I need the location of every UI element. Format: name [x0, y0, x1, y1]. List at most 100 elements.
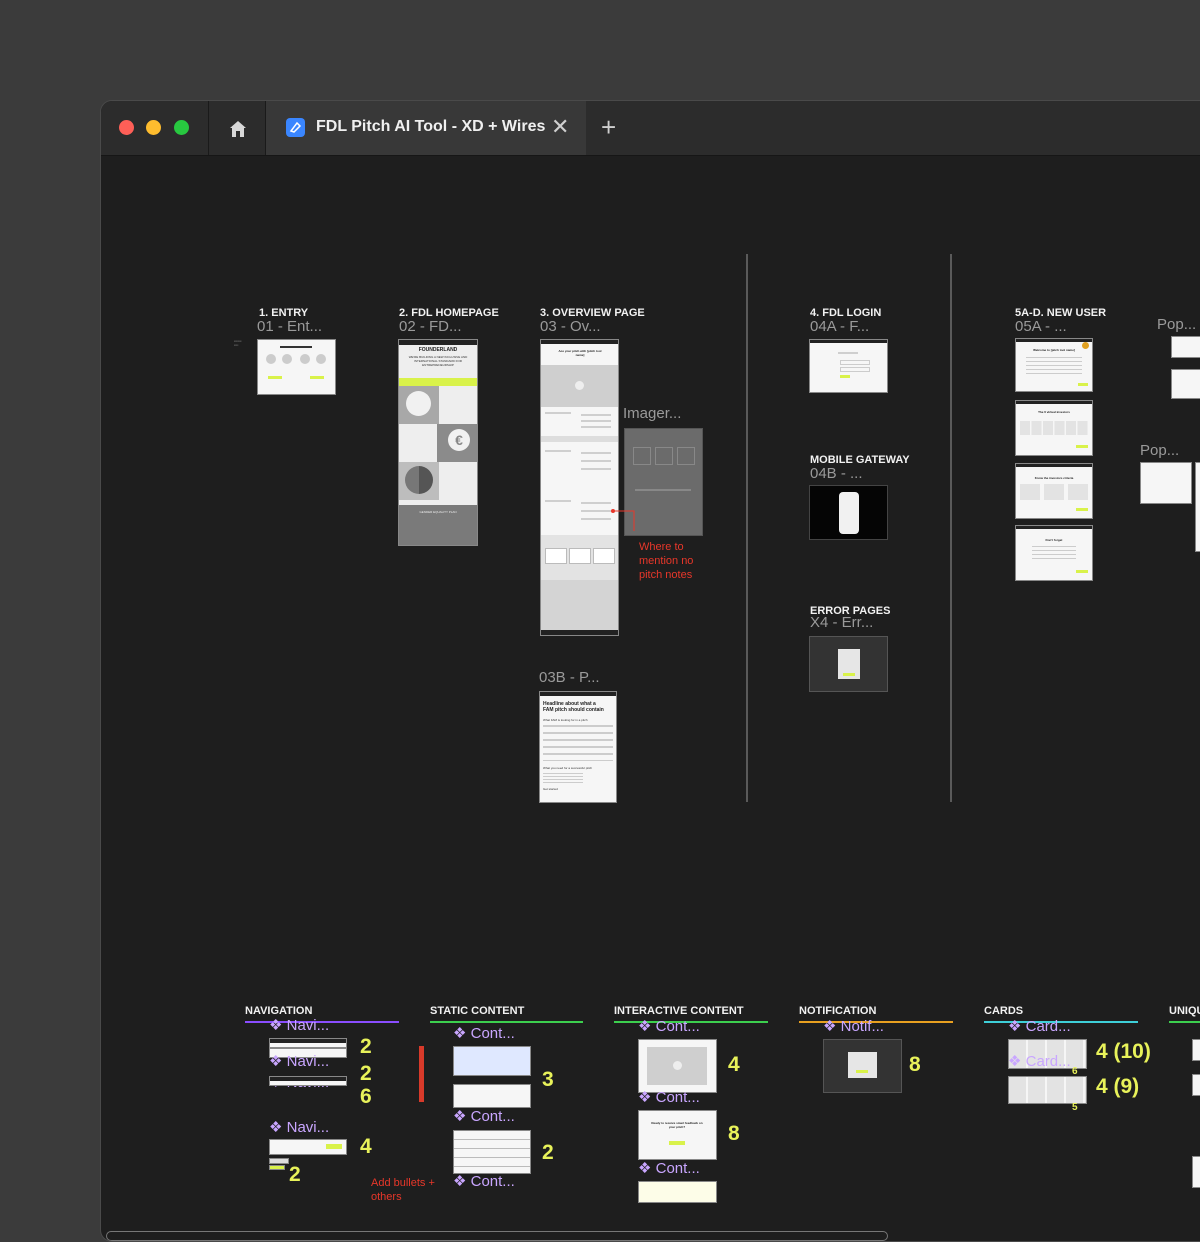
- usage-count-small: 6: [1072, 1066, 1078, 1077]
- artboard-label[interactable]: Pop...: [1140, 442, 1179, 459]
- popup-artboard[interactable]: [1140, 462, 1192, 504]
- usage-count-small: 5: [1072, 1102, 1078, 1113]
- overview-headline: Ace your pitch with [pitch tool name]: [558, 349, 602, 357]
- component-label[interactable]: ❖ Notif...: [823, 1017, 884, 1035]
- component-label[interactable]: ❖ Cont...: [638, 1088, 700, 1106]
- component-label[interactable]: ❖ Cont...: [453, 1107, 515, 1125]
- error-pages-artboard[interactable]: [809, 636, 888, 692]
- nav-component[interactable]: [269, 1158, 289, 1164]
- usage-count: 6: [360, 1085, 372, 1108]
- tab-title: FDL Pitch AI Tool - XD + Wires: [316, 118, 546, 135]
- component-label[interactable]: ❖ Navi...: [269, 1052, 329, 1070]
- category-interactive-content: INTERACTIVE CONTENT: [614, 1005, 744, 1017]
- artboard-label[interactable]: 02 - FD...: [399, 318, 462, 335]
- close-tab-icon[interactable]: ✕: [551, 114, 569, 140]
- mobile-gateway-artboard[interactable]: [809, 485, 888, 540]
- design-canvas[interactable]: 1. ENTRY 01 - Ent... ▪▪▪▪▪▪▪ ▪▪▪▪ 2. FDL …: [101, 156, 1200, 1241]
- dont-forget-text: Don't forget: [1045, 538, 1063, 542]
- popup-artboard[interactable]: [1171, 369, 1200, 399]
- annotation-arrow: [611, 509, 635, 531]
- component-label[interactable]: ❖ Cont...: [638, 1017, 700, 1035]
- title-bar: FDL Pitch AI Tool - XD + Wires ✕ +: [101, 101, 1200, 156]
- dont-forget-artboard[interactable]: Don't forget: [1015, 525, 1093, 581]
- artboard-label[interactable]: 04B - ...: [810, 465, 863, 482]
- artboard-label[interactable]: 03B - P...: [539, 669, 600, 686]
- artboard-label[interactable]: 05A - ...: [1015, 318, 1067, 335]
- usage-count: 4: [360, 1135, 372, 1158]
- component-label[interactable]: ❖ Cont...: [453, 1024, 515, 1042]
- usage-count: 4 (10): [1096, 1040, 1151, 1063]
- login-artboard[interactable]: [809, 339, 888, 393]
- horizontal-scrollbar[interactable]: [106, 1231, 888, 1241]
- notification-component[interactable]: [823, 1039, 902, 1093]
- nav-component[interactable]: [269, 1076, 347, 1086]
- static-component[interactable]: [453, 1130, 531, 1174]
- artboard-label[interactable]: X4 - Err...: [810, 614, 873, 631]
- component-label[interactable]: ❖ Card...: [1008, 1052, 1071, 1070]
- section-divider: [950, 254, 952, 802]
- welcome-text: Welcome to [pitch tool name]: [1033, 348, 1075, 352]
- section-divider: [746, 254, 748, 802]
- category-static-content: STATIC CONTENT: [430, 1005, 525, 1017]
- component-label[interactable]: ❖ Cont...: [638, 1159, 700, 1177]
- welcome-artboard[interactable]: Welcome to [pitch tool name]: [1015, 338, 1093, 392]
- interactive-component[interactable]: Ready to receive smart feedback on your …: [638, 1110, 717, 1160]
- close-window-button[interactable]: [119, 120, 134, 135]
- component-label[interactable]: ❖ Navi...: [269, 1016, 329, 1034]
- category-notification: NOTIFICATION: [799, 1005, 877, 1017]
- artboard-label[interactable]: 03 - Ov...: [540, 318, 601, 335]
- static-component[interactable]: [453, 1084, 531, 1108]
- usage-count: 2: [542, 1141, 554, 1164]
- artboard-label[interactable]: Pop...: [1157, 316, 1196, 333]
- investors-text: The 6 virtual investors: [1038, 410, 1070, 414]
- interactive-component[interactable]: [638, 1039, 717, 1093]
- usage-count: 2: [289, 1163, 301, 1186]
- app-window: FDL Pitch AI Tool - XD + Wires ✕ + 1. EN…: [100, 100, 1200, 1242]
- homepage-artboard[interactable]: FOUNDERLAND WE'RE BUILDING A NEW INCLUSI…: [398, 339, 478, 546]
- nav-component[interactable]: [269, 1038, 347, 1048]
- pinwheel-icon: [405, 466, 433, 494]
- phone-mockup: [839, 492, 859, 534]
- homepage-footer-text: GENDER EQUALITY PLAN: [419, 510, 457, 514]
- new-tab-button[interactable]: +: [601, 113, 616, 141]
- usage-count: 2: [360, 1062, 372, 1085]
- unique-component[interactable]: [1192, 1156, 1200, 1188]
- divider: [208, 101, 209, 155]
- annotation-marker: [419, 1046, 424, 1102]
- criteria-artboard[interactable]: Know the investors criteria: [1015, 463, 1093, 519]
- category-underline: [430, 1021, 583, 1023]
- component-label[interactable]: ❖ Card...: [1008, 1017, 1071, 1035]
- artboard-label[interactable]: 01 - Ent...: [257, 318, 322, 335]
- category-cards: CARDS: [984, 1005, 1024, 1017]
- nav-component[interactable]: [269, 1165, 285, 1170]
- usage-count: 2: [360, 1035, 372, 1058]
- entry-artboard[interactable]: [257, 339, 336, 395]
- b-subheading: What FAM is looking for in a pitch: [543, 718, 588, 722]
- minimize-window-button[interactable]: [146, 120, 161, 135]
- nav-component[interactable]: [269, 1139, 347, 1155]
- component-label[interactable]: ❖ Navi...: [269, 1118, 329, 1136]
- homepage-brand: FOUNDERLAND: [418, 347, 458, 353]
- maximize-window-button[interactable]: [174, 120, 189, 135]
- category-underline: [1169, 1021, 1200, 1023]
- home-icon[interactable]: [228, 119, 248, 139]
- usage-count: 3: [542, 1068, 554, 1091]
- popup-artboard[interactable]: [1195, 462, 1200, 552]
- annotation: ▪▪▪▪▪▪▪ ▪▪▪▪: [234, 339, 242, 347]
- card-component[interactable]: [1008, 1076, 1087, 1104]
- criteria-text: Know the investors criteria: [1034, 476, 1074, 480]
- artboard-label[interactable]: 04A - F...: [810, 318, 869, 335]
- xd-file-icon: [286, 118, 305, 137]
- unique-component[interactable]: [1192, 1074, 1200, 1096]
- overview-artboard[interactable]: Ace your pitch with [pitch tool name]: [540, 339, 619, 636]
- unique-component[interactable]: [1192, 1039, 1200, 1061]
- static-component[interactable]: [453, 1046, 531, 1076]
- homepage-tagline: WE'RE BUILDING A NEW INCLUSIVE AND INTER…: [408, 355, 468, 367]
- investors-artboard[interactable]: The 6 virtual investors: [1015, 400, 1093, 456]
- tab-fdl-pitch[interactable]: FDL Pitch AI Tool - XD + Wires ✕: [266, 101, 586, 155]
- component-label[interactable]: ❖ Cont...: [453, 1172, 515, 1190]
- overview-b-artboard[interactable]: Headline about what a FAM pitch should c…: [539, 691, 617, 803]
- ready-text: Ready to receive smart feedback on your …: [651, 1121, 703, 1129]
- artboard-label[interactable]: Imager...: [623, 405, 681, 422]
- popup-artboard[interactable]: [1171, 336, 1200, 358]
